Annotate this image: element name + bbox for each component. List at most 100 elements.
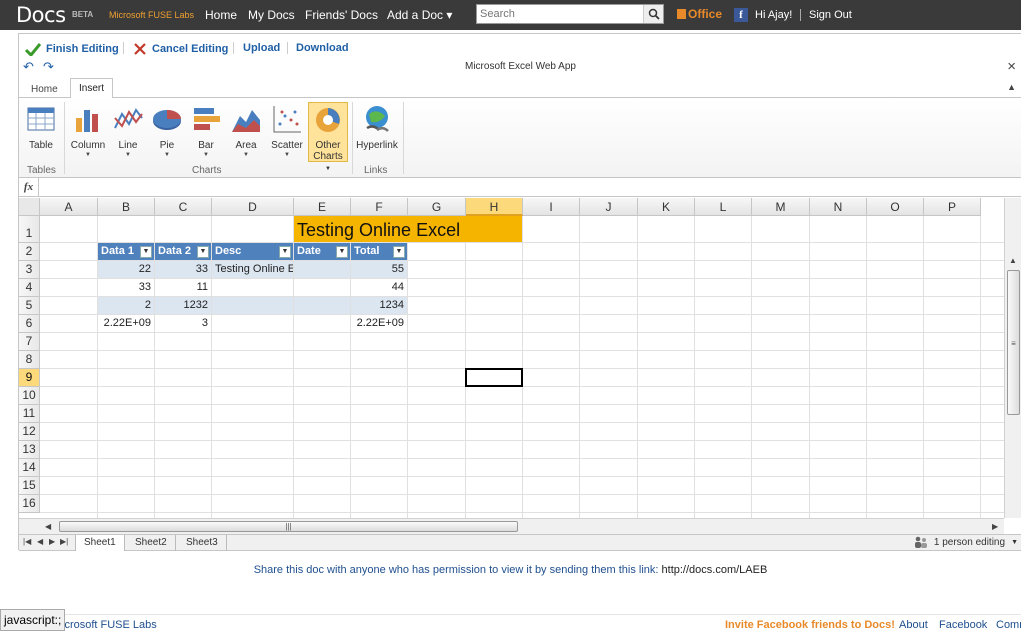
column-header-l[interactable]: L xyxy=(695,198,752,216)
column-header-o[interactable]: O xyxy=(867,198,924,216)
tab-insert[interactable]: Insert xyxy=(70,78,114,99)
table-cell[interactable] xyxy=(212,279,293,296)
row-header-6[interactable]: 6 xyxy=(19,315,40,333)
about-link[interactable]: About xyxy=(899,619,928,631)
sign-out-link[interactable]: Sign Out xyxy=(809,9,852,21)
tab-home[interactable]: Home xyxy=(23,80,66,98)
horizontal-scrollbar[interactable]: ◀ ||| ▶ xyxy=(19,518,1004,534)
row-header-9[interactable]: 9 xyxy=(19,369,40,387)
filter-dropdown-icon[interactable]: ▼ xyxy=(197,246,209,258)
finish-editing-button[interactable]: Finish Editing xyxy=(25,42,119,56)
horizontal-scroll-thumb[interactable]: ||| xyxy=(59,521,518,532)
table-cell[interactable]: 2 xyxy=(98,297,154,314)
table-cell[interactable]: 33 xyxy=(155,261,211,278)
table-cell[interactable] xyxy=(294,297,350,314)
column-header-h[interactable]: H xyxy=(466,198,523,216)
row-header-2[interactable]: 2 xyxy=(19,243,40,261)
filter-dropdown-icon[interactable]: ▼ xyxy=(140,246,152,258)
insert-other-charts-button[interactable]: Other Charts ▼ xyxy=(308,102,348,172)
formula-input[interactable] xyxy=(41,179,1016,195)
insert-column-chart-button[interactable]: Column ▼ xyxy=(69,102,107,160)
row-header-12[interactable]: 12 xyxy=(19,423,40,441)
table-header-cell[interactable]: Desc ▼ xyxy=(212,243,293,260)
column-header-b[interactable]: B xyxy=(98,198,155,216)
row-header-3[interactable]: 3 xyxy=(19,261,40,279)
table-cell[interactable]: 2.22E+09 xyxy=(351,315,407,332)
insert-pie-chart-button[interactable]: Pie ▼ xyxy=(150,102,184,160)
table-cell[interactable]: 44 xyxy=(351,279,407,296)
table-header-cell[interactable]: Total ▼ xyxy=(351,243,407,260)
upload-button[interactable]: Upload xyxy=(243,42,280,54)
insert-area-chart-button[interactable]: Area ▼ xyxy=(228,102,264,160)
invite-friends-link[interactable]: Invite Facebook friends to Docs! xyxy=(725,619,895,631)
row-header-13[interactable]: 13 xyxy=(19,441,40,459)
nav-home[interactable]: Home xyxy=(205,8,237,22)
footer-fuse-labs-link[interactable]: icrosoft FUSE Labs xyxy=(62,619,157,631)
close-icon[interactable]: × xyxy=(1007,58,1016,75)
download-button[interactable]: Download xyxy=(296,42,349,54)
select-all-corner[interactable] xyxy=(19,198,40,216)
spreadsheet-grid[interactable]: ABCDEFGHIJKLMNOP 1 2 3 4 5 6 7 8 9 10 11 12 13 14 15 16… xyxy=(19,198,1004,518)
search-input[interactable] xyxy=(477,5,643,23)
sheet-tab-3[interactable]: Sheet3 xyxy=(178,535,227,551)
table-header-cell[interactable]: Date ▼ xyxy=(294,243,350,260)
column-header-e[interactable]: E xyxy=(294,198,351,216)
table-cell[interactable] xyxy=(294,315,350,332)
insert-hyperlink-button[interactable]: Hyperlink xyxy=(355,102,399,160)
nav-add-doc[interactable]: Add a Doc ▾ xyxy=(387,8,452,22)
insert-line-chart-button[interactable]: Line ▼ xyxy=(111,102,145,160)
table-cell[interactable]: 1232 xyxy=(155,297,211,314)
editing-status[interactable]: 1 person editing ▼ xyxy=(914,536,1018,548)
collapse-ribbon-icon[interactable]: ▲ xyxy=(1007,82,1016,92)
office-logo[interactable]: Office xyxy=(677,7,722,21)
row-header-14[interactable]: 14 xyxy=(19,459,40,477)
row-header-10[interactable]: 10 xyxy=(19,387,40,405)
active-cell-outline[interactable] xyxy=(465,368,523,387)
scroll-left-arrow-icon[interactable]: ◀ xyxy=(45,522,51,531)
row-header-4[interactable]: 4 xyxy=(19,279,40,297)
facebook-link[interactable]: Facebook xyxy=(939,619,987,631)
column-header-d[interactable]: D xyxy=(212,198,294,216)
search-button[interactable] xyxy=(643,5,663,23)
table-cell[interactable]: 33 xyxy=(98,279,154,296)
row-header-5[interactable]: 5 xyxy=(19,297,40,315)
sheet-tab-1[interactable]: Sheet1 xyxy=(75,535,125,551)
column-header-c[interactable]: C xyxy=(155,198,212,216)
share-link[interactable]: http://docs.com/LAEB xyxy=(662,564,768,576)
table-cell[interactable]: 22 xyxy=(98,261,154,278)
scroll-up-arrow-icon[interactable]: ▲ xyxy=(1009,256,1017,265)
scroll-right-arrow-icon[interactable]: ▶ xyxy=(992,522,998,531)
table-cell[interactable]: 11 xyxy=(155,279,211,296)
first-sheet-icon[interactable]: |◀ xyxy=(23,537,31,546)
column-header-j[interactable]: J xyxy=(580,198,638,216)
fuse-labs-link[interactable]: Microsoft FUSE Labs xyxy=(109,10,194,20)
column-header-g[interactable]: G xyxy=(408,198,466,216)
column-header-a[interactable]: A xyxy=(40,198,98,216)
comm-link[interactable]: Comm xyxy=(996,619,1021,631)
filter-dropdown-icon[interactable]: ▼ xyxy=(336,246,348,258)
table-header-cell[interactable]: Data 1 ▼ xyxy=(98,243,154,260)
row-header-15[interactable]: 15 xyxy=(19,477,40,495)
table-cell[interactable] xyxy=(294,279,350,296)
insert-scatter-chart-button[interactable]: Scatter ▼ xyxy=(268,102,306,160)
column-header-k[interactable]: K xyxy=(638,198,695,216)
row-header-11[interactable]: 11 xyxy=(19,405,40,423)
table-header-cell[interactable]: Data 2 ▼ xyxy=(155,243,211,260)
filter-dropdown-icon[interactable]: ▼ xyxy=(393,246,405,258)
table-cell[interactable] xyxy=(212,297,293,314)
vertical-scrollbar[interactable]: ▲ ≡ xyxy=(1004,198,1021,518)
sheet-tab-2[interactable]: Sheet2 xyxy=(127,535,176,551)
table-cell[interactable]: 1234 xyxy=(351,297,407,314)
row-header-7[interactable]: 7 xyxy=(19,333,40,351)
insert-table-button[interactable]: Table xyxy=(23,102,59,160)
last-sheet-icon[interactable]: ▶| xyxy=(60,537,68,546)
table-cell[interactable]: 55 xyxy=(351,261,407,278)
cancel-editing-button[interactable]: Cancel Editing xyxy=(133,42,228,56)
vertical-scroll-thumb[interactable]: ≡ xyxy=(1007,270,1020,415)
column-header-p[interactable]: P xyxy=(924,198,981,216)
column-header-f[interactable]: F xyxy=(351,198,408,216)
nav-friends-docs[interactable]: Friends' Docs xyxy=(305,8,378,22)
table-cell[interactable]: Testing Online Excel xyxy=(212,261,293,278)
row-header-1[interactable]: 1 xyxy=(19,216,40,243)
row-header-8[interactable]: 8 xyxy=(19,351,40,369)
